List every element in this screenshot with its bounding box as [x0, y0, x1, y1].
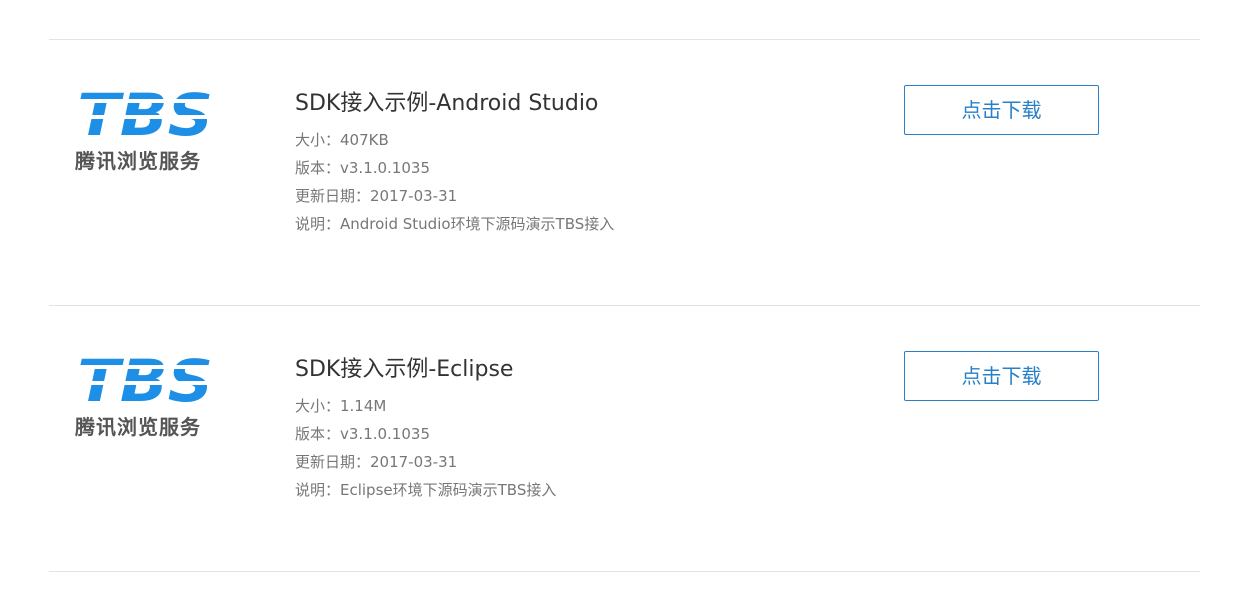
item-title: SDK接入示例-Eclipse — [295, 357, 514, 382]
download-button[interactable]: 点击下载 — [904, 85, 1099, 135]
item-size: 大小：1.14M — [295, 397, 387, 415]
item-description: 说明：Android Studio环境下源码演示TBS接入 — [295, 215, 615, 233]
tbs-logo-mark: TBS — [74, 351, 216, 407]
download-item-android-studio: TBS 腾讯浏览服务 SDK接入示例-Android Studio 大小：407… — [0, 40, 1238, 300]
download-button[interactable]: 点击下载 — [904, 351, 1099, 401]
download-item-eclipse: TBS 腾讯浏览服务 SDK接入示例-Eclipse 大小：1.14M 版本：v… — [0, 306, 1238, 566]
divider-bottom — [49, 571, 1200, 572]
tbs-logo-mark: TBS — [74, 85, 216, 141]
item-version: 版本：v3.1.0.1035 — [295, 159, 430, 177]
tbs-logo-text: 腾讯浏览服务 — [75, 415, 201, 439]
item-version: 版本：v3.1.0.1035 — [295, 425, 430, 443]
item-update-date: 更新日期：2017-03-31 — [295, 187, 458, 205]
tbs-logo-text: 腾讯浏览服务 — [75, 149, 201, 173]
tbs-logo: TBS 腾讯浏览服务 — [74, 85, 216, 173]
tbs-logo: TBS 腾讯浏览服务 — [74, 351, 216, 439]
item-size: 大小：407KB — [295, 131, 389, 149]
tbs-logo-letters: TBS — [77, 351, 213, 407]
item-title: SDK接入示例-Android Studio — [295, 91, 599, 116]
item-description: 说明：Eclipse环境下源码演示TBS接入 — [295, 481, 557, 499]
tbs-logo-letters: TBS — [77, 85, 213, 141]
item-update-date: 更新日期：2017-03-31 — [295, 453, 458, 471]
